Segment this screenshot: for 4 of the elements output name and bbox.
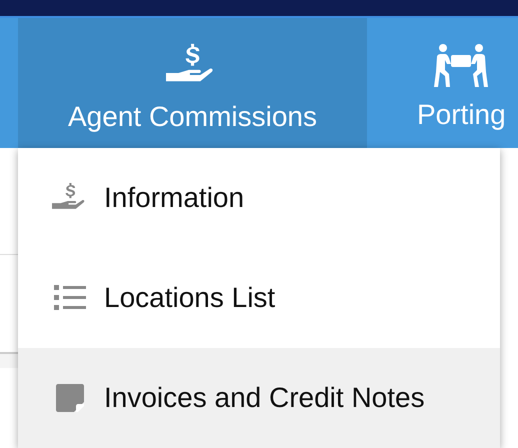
menu-item[interactable]: Information — [18, 148, 500, 248]
menu-item[interactable]: Locations List — [18, 248, 500, 348]
nav-tab[interactable]: Agent Commissions — [18, 18, 367, 148]
menu-item[interactable]: Invoices and Credit Notes — [18, 348, 500, 448]
